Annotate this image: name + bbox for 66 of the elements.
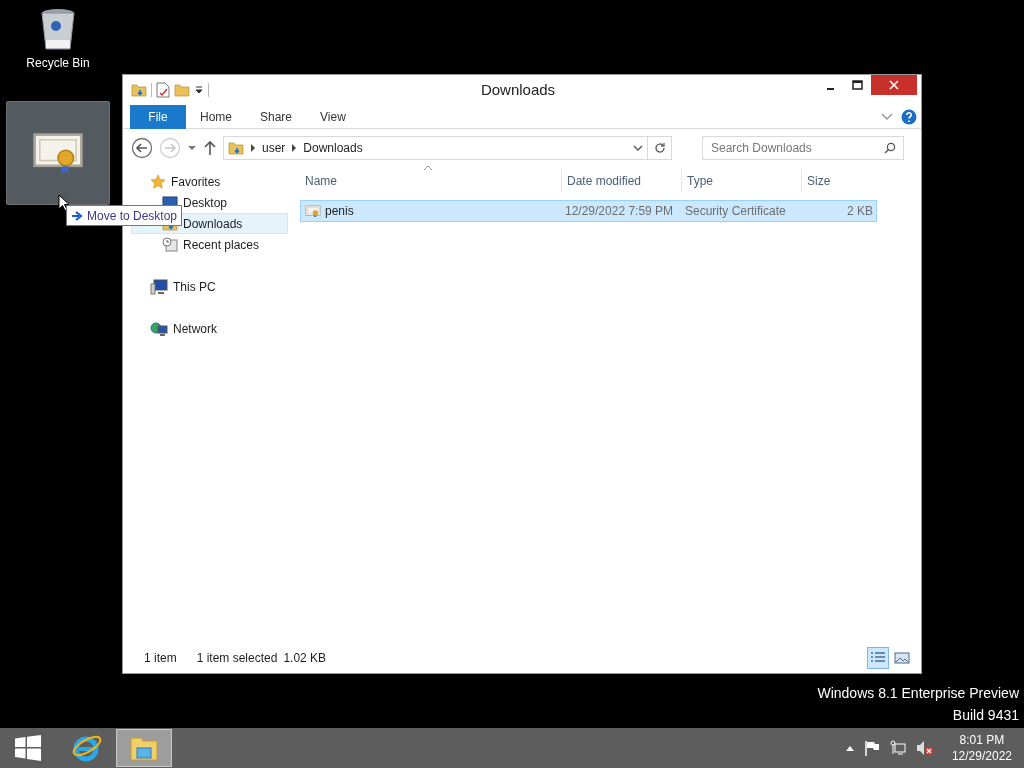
clock[interactable]: 8:01 PM 12/29/2022 <box>951 732 1012 764</box>
nav-item[interactable]: This PC <box>131 276 288 297</box>
ribbon-tab[interactable]: View <box>306 104 360 129</box>
icon-label: Recycle Bin <box>26 55 90 72</box>
file-size: 2 KB <box>846 203 874 220</box>
computer-icon <box>150 278 168 295</box>
build-text: Build 9431 <box>952 706 1019 725</box>
file-explorer-icon <box>129 734 159 762</box>
view-button[interactable] <box>867 647 889 669</box>
dropdown-icon[interactable] <box>194 85 204 95</box>
desktop-icon[interactable] <box>6 101 110 205</box>
breadcrumb-arrow-icon[interactable] <box>250 144 256 152</box>
download-folder-icon <box>228 140 244 156</box>
nav-item[interactable]: Recent places <box>131 234 288 255</box>
ribbon-tab[interactable]: Share <box>246 104 307 129</box>
file-row[interactable]: penis 12/29/2022 7:59 PM Security Certificate 2 KB <box>300 200 877 222</box>
windows-logo-icon <box>15 735 41 761</box>
chevron-down-icon[interactable] <box>633 144 643 152</box>
nav-item[interactable]: Favorites <box>131 171 288 192</box>
desktop-icon[interactable]: Recycle Bin <box>6 4 110 76</box>
ribbon-tab[interactable]: Home <box>186 104 246 129</box>
certificate-icon <box>305 204 321 218</box>
edition-text: Windows 8.1 Enterprise Preview <box>817 684 1019 703</box>
caret-icon[interactable] <box>187 143 197 153</box>
refresh-icon <box>653 142 666 154</box>
help-icon[interactable] <box>901 108 917 125</box>
mouse-pointer-icon <box>58 194 69 211</box>
network-icon <box>150 320 168 337</box>
column-header[interactable]: Name <box>300 169 561 193</box>
column-header[interactable]: Size <box>801 169 877 193</box>
search-icon <box>884 142 896 154</box>
nav-item[interactable]: Network <box>131 318 288 339</box>
arrow-right-icon <box>71 210 83 221</box>
speaker-muted-icon[interactable] <box>915 740 934 756</box>
back-icon[interactable] <box>131 137 153 159</box>
file-tab[interactable]: File <box>130 104 186 129</box>
selection-size: 1.02 KB <box>283 650 327 667</box>
window-title: Downloads <box>479 79 557 100</box>
search-field[interactable]: Search Downloads <box>702 136 904 160</box>
date-modified: 12/29/2022 7:59 PM <box>564 203 675 220</box>
show-hidden-icons-icon[interactable] <box>845 745 854 751</box>
large-icons-view-icon <box>894 651 910 665</box>
new-folder-icon <box>174 82 190 98</box>
column-header[interactable]: Type <box>681 169 801 193</box>
breadcrumb[interactable]: Downloads <box>303 139 363 157</box>
close-icon <box>889 80 899 90</box>
certificate-icon <box>32 132 84 174</box>
details-view-icon <box>870 651 886 665</box>
drag-tooltip: Move to Desktop <box>66 205 183 226</box>
file-name: penis <box>325 203 354 220</box>
properties-icon[interactable] <box>156 82 170 98</box>
up-arrow-icon[interactable] <box>203 140 217 156</box>
flag-icon[interactable] <box>863 740 880 756</box>
breadcrumb[interactable]: user <box>262 139 286 157</box>
network-status-icon[interactable] <box>889 740 906 756</box>
address-bar[interactable]: user Downloads <box>223 136 648 160</box>
file-type: Security Certificate <box>684 203 787 220</box>
recycle-bin-icon <box>40 8 76 52</box>
star-icon <box>150 173 166 190</box>
column-header[interactable]: Date modified <box>561 169 681 193</box>
recent-places-icon <box>162 236 178 253</box>
selection-status: 1 item selected <box>196 650 278 667</box>
breadcrumb-arrow-icon[interactable] <box>291 144 298 152</box>
folder-icon <box>131 82 147 98</box>
item-count: 1 item <box>144 650 177 667</box>
refresh-button[interactable] <box>648 136 672 160</box>
